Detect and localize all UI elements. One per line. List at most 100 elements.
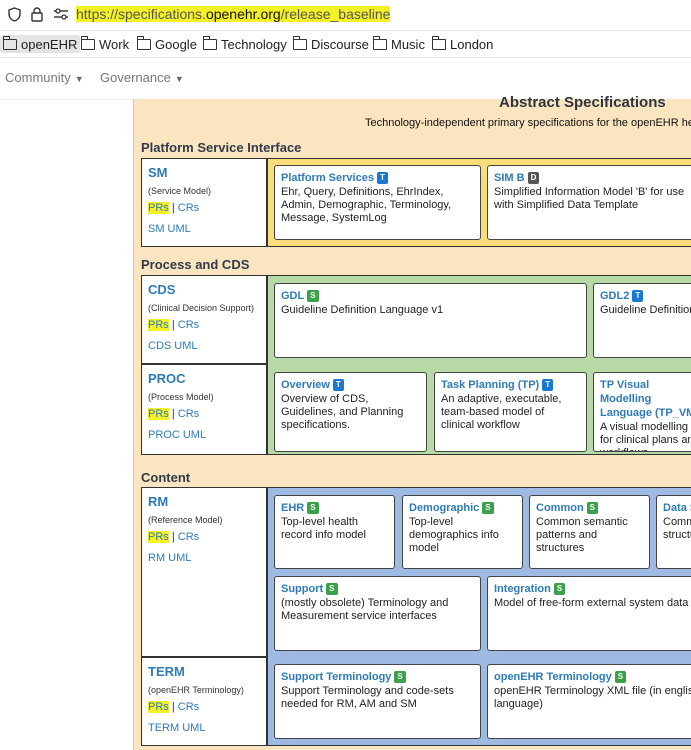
component-code-cds[interactable]: CDS (148, 282, 260, 297)
folder-icon (137, 35, 151, 50)
card-title[interactable]: Demographic (409, 502, 479, 514)
component-desc: (Clinical Decision Support) (148, 303, 255, 313)
url-domain: openehr.org (205, 6, 281, 22)
component-code-sm[interactable]: SM (148, 165, 260, 180)
card-body: Overview of CDS, Guidelines, and Plannin… (281, 393, 404, 431)
status-badge: D (527, 172, 540, 184)
section-content: Content (141, 470, 191, 485)
card-title[interactable]: openEHR Terminology (494, 671, 612, 683)
card-title[interactable]: Integration (494, 583, 551, 595)
bookmark-google[interactable]: Google (134, 35, 200, 53)
link-separator: | (168, 319, 178, 331)
component-links: PRs | CRs (148, 408, 260, 420)
lock-icon[interactable] (31, 7, 43, 25)
card-title[interactable]: SIM B (494, 172, 525, 184)
crs-link[interactable]: CRs (178, 202, 199, 214)
card-title[interactable]: Data S (663, 501, 691, 515)
bookmark-label: Technology (221, 36, 287, 52)
site-permissions-icon[interactable] (53, 7, 69, 24)
crs-link[interactable]: CRs (178, 319, 199, 331)
bookmark-london[interactable]: London (429, 35, 496, 53)
bookmark-work[interactable]: Work (78, 35, 132, 53)
card-common[interactable]: Common S Common semantic patterns and str… (529, 495, 650, 569)
card-title[interactable]: Support Terminology (281, 671, 391, 683)
card-title[interactable]: Task Planning (TP) (441, 379, 539, 391)
nav-governance[interactable]: Governance ▼ (100, 70, 184, 85)
uml-link[interactable]: CDS UML (148, 340, 260, 352)
bookmarks-toolbar: openEHR Work Google Technology Discourse… (0, 31, 691, 58)
prs-link[interactable]: PRs (148, 202, 169, 214)
uml-link[interactable]: SM UML (148, 223, 260, 235)
uml-link[interactable]: PROC UML (148, 429, 260, 441)
component-desc: (Reference Model) (148, 515, 223, 525)
shield-icon[interactable] (8, 7, 21, 25)
link-separator: | (168, 202, 178, 214)
crs-link[interactable]: CRs (178, 531, 199, 543)
status-badge: S (586, 502, 599, 514)
url-text[interactable]: https://specifications.openehr.org/relea… (76, 6, 391, 22)
nav-community-label: Community (5, 70, 71, 85)
card-overview[interactable]: Overview T Overview of CDS, Guidelines, a… (274, 372, 427, 452)
card-title[interactable]: EHR (281, 502, 304, 514)
component-desc: (Service Model) (148, 186, 212, 196)
proc-cds-band: GDL S Guideline Definition Language v1 GD… (267, 275, 691, 455)
status-badge: T (332, 379, 344, 391)
card-gdl2[interactable]: GDL2 T Guideline Definition (593, 283, 691, 358)
status-badge: T (542, 379, 554, 391)
card-body: Model of free-form external system data (494, 597, 689, 609)
card-tp-visual-modelling[interactable]: TP Visual Modelling Language (TP_VM A vi… (593, 372, 691, 452)
card-gdl[interactable]: GDL S Guideline Definition Language v1 (274, 283, 587, 358)
card-openehr-terminology[interactable]: openEHR Terminology S openEHR Terminology… (487, 664, 691, 739)
card-body: Top-level health record info model (281, 516, 366, 541)
card-title[interactable]: Platform Services (281, 172, 374, 184)
prs-link[interactable]: PRs (148, 319, 169, 331)
section-platform-service-interface: Platform Service Interface (141, 140, 302, 155)
card-title[interactable]: GDL (281, 290, 304, 302)
prs-link[interactable]: PRs (148, 531, 169, 543)
link-separator: | (168, 531, 178, 543)
card-body: Guideline Definition (600, 304, 691, 316)
card-title[interactable]: Common (536, 502, 584, 514)
component-desc: (openEHR Terminology) (148, 685, 244, 695)
prs-link[interactable]: PRs (148, 408, 169, 420)
card-data-structures[interactable]: Data S Comm structu (656, 495, 691, 569)
card-title[interactable]: Overview (281, 379, 330, 391)
card-demographic[interactable]: Demographic S Top-level demographics info… (402, 495, 523, 569)
browser-url-bar[interactable]: https://specifications.openehr.org/relea… (0, 0, 691, 31)
card-body: A visual modelling l for clinical plans … (600, 421, 691, 451)
uml-link[interactable]: RM UML (148, 552, 260, 564)
status-badge: S (614, 671, 627, 683)
crs-link[interactable]: CRs (178, 701, 199, 713)
card-title[interactable]: Support (281, 583, 323, 595)
prs-link[interactable]: PRs (148, 701, 169, 713)
component-code-rm[interactable]: RM (148, 494, 260, 509)
card-support-terminology[interactable]: Support Terminology S Support Terminology… (274, 664, 481, 739)
bookmark-discourse[interactable]: Discourse (290, 35, 372, 53)
card-ehr[interactable]: EHR S Top-level health record info model (274, 495, 395, 569)
component-code-proc[interactable]: PROC (148, 371, 260, 386)
bookmark-openehr[interactable]: openEHR (0, 35, 81, 53)
card-integration[interactable]: Integration S Model of free-form external… (487, 576, 691, 651)
card-support[interactable]: Support S (mostly obsolete) Terminology a… (274, 576, 481, 651)
folder-icon (432, 35, 446, 50)
card-body: An adaptive, executable, team-based mode… (441, 393, 562, 431)
bookmark-music[interactable]: Music (370, 35, 428, 53)
card-task-planning[interactable]: Task Planning (TP) T An adaptive, executa… (434, 372, 587, 452)
caret-down-icon: ▼ (74, 74, 84, 84)
card-sim-b[interactable]: SIM BD Simplified Information Model 'B' … (487, 165, 691, 240)
abstract-specs-subtitle: Technology-independent primary specifica… (365, 117, 691, 129)
uml-link[interactable]: TERM UML (148, 722, 260, 734)
abstract-specs-title: Abstract Specifications (499, 94, 666, 111)
status-badge: S (394, 671, 406, 683)
crs-link[interactable]: CRs (178, 408, 199, 420)
status-badge: S (553, 583, 566, 595)
bookmark-technology[interactable]: Technology (200, 35, 290, 53)
component-sm: SM (Service Model) PRs | CRs SM UML (141, 158, 267, 247)
component-links: PRs | CRs (148, 202, 260, 214)
component-proc: PROC (Process Model) PRs | CRs PROC UML (141, 364, 267, 455)
nav-community[interactable]: Community ▼ (5, 70, 84, 85)
card-title[interactable]: GDL2 (600, 290, 629, 302)
card-title[interactable]: TP Visual Modelling Language (TP_VM (600, 378, 691, 420)
component-code-term[interactable]: TERM (148, 664, 260, 679)
card-platform-services[interactable]: Platform Services T Ehr, Query, Definitio… (274, 165, 481, 240)
